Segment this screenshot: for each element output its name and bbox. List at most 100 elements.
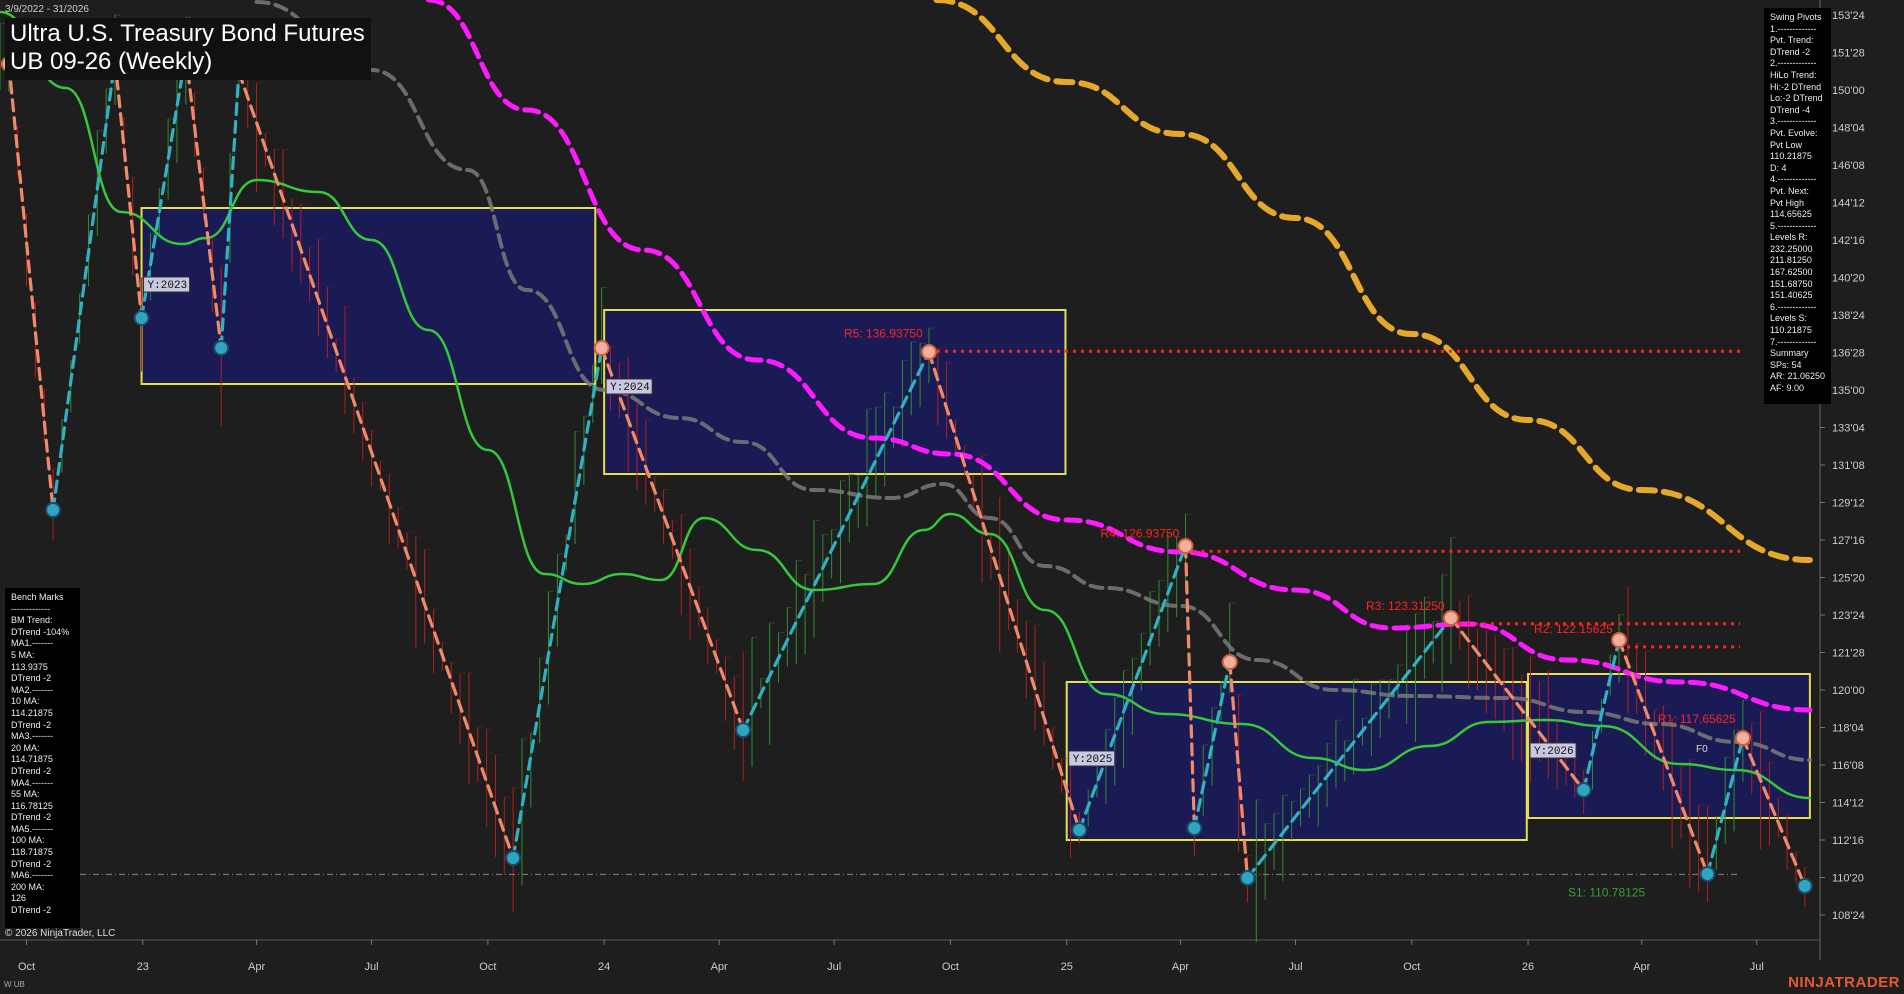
panel-line: 113.9375 (11, 661, 48, 672)
x-tick-label: Oct (18, 961, 35, 973)
panel-line: 151.68750 (1770, 278, 1813, 289)
panel-line: DTrend -2 (1770, 46, 1811, 57)
y-tick-label: 123'24 (1832, 610, 1865, 622)
panel-line: Levels S: (1770, 313, 1808, 324)
y-tick-label: 148'04 (1832, 123, 1865, 135)
resistance-label: R4: 126.93750 (1101, 526, 1180, 540)
y-tick-label: 121'28 (1832, 648, 1865, 660)
bench-marks-panel: Bench Marks ------------- BM Trend: DTrend … (5, 588, 80, 928)
y-tick-label: 136'28 (1832, 348, 1865, 360)
x-tick-label: Oct (479, 961, 496, 973)
panel-line: 126 (11, 893, 27, 904)
panel-line: Levels R: (1770, 232, 1808, 243)
y-tick-label: 125'20 (1832, 573, 1865, 585)
x-tick-label: Apr (1172, 961, 1189, 973)
panel-line: 200 MA: (11, 881, 45, 892)
panel-line: 232.25000 (1770, 243, 1813, 254)
swing-low-dot (1071, 822, 1088, 838)
x-tick-label: 24 (598, 961, 610, 973)
year-box-label-text: Y:2026 (1534, 746, 1574, 758)
panel-line: 114.65625 (1770, 209, 1812, 220)
panel-line: DTrend -2 (11, 719, 52, 730)
resistance-label: R1: 117.65625 (1658, 712, 1736, 726)
panel-line: DTrend -104% (11, 626, 70, 637)
year-box (140, 207, 597, 385)
swing-low-dot (1575, 782, 1592, 798)
y-tick-label: 120'00 (1832, 685, 1865, 697)
panel-line: 3.------------- (1770, 116, 1817, 127)
panel-line: DTrend -2 (11, 812, 52, 823)
swing-high-dot (1734, 730, 1751, 746)
panel-line: MA5.------- (11, 823, 53, 834)
panel-line: ------------- (11, 603, 50, 614)
year-box-label-text: Y:2024 (610, 382, 650, 394)
panel-line: 5 MA: (11, 649, 35, 660)
panel-line: DTrend -2 (11, 765, 52, 776)
panel-line: SPs: 54 (1770, 359, 1802, 370)
y-tick-label: 135'00 (1832, 385, 1865, 397)
panel-line: 114.71875 (11, 754, 53, 765)
x-tick-label: Apr (248, 961, 265, 973)
copyright-text: © 2026 NinjaTrader, LLC (5, 928, 116, 939)
swing-low-dot (1186, 820, 1203, 836)
chart-title: Ultra U.S. Treasury Bond Futures (10, 20, 365, 47)
year-box-label-text: Y:2023 (148, 280, 188, 292)
panel-line: 2.------------- (1770, 58, 1817, 69)
panel-line: DTrend -2 (11, 858, 52, 869)
panel-line: MA3.------- (11, 731, 53, 742)
panel-line: DTrend -2 (11, 905, 52, 916)
panel-line: Pvt. Evolve: (1770, 127, 1818, 138)
swing-high-dot (1442, 610, 1459, 626)
panel-line: DTrend -2 (11, 673, 52, 684)
y-tick-label: 138'24 (1832, 310, 1865, 322)
y-tick-label: 151'28 (1832, 48, 1865, 60)
y-tick-label: 153'24 (1832, 10, 1865, 22)
panel-line: Swing Pivots (1770, 12, 1822, 22)
x-tick-label: Jul (1288, 961, 1302, 973)
price-chart[interactable]: Y:2023 Y:2024 Y:2025 Y:2026 R5: 136.93750 R4:… (0, 0, 1904, 994)
panel-line: AF: 9.00 (1770, 383, 1805, 393)
panel-line: MA4.------- (11, 777, 53, 788)
y-tick-label: 140'20 (1832, 273, 1865, 285)
symbol-label: W UB (4, 980, 25, 989)
panel-line: Summary (1770, 348, 1809, 359)
swing-low-dot (735, 722, 752, 738)
swing-low-dot (1239, 870, 1256, 886)
x-tick-label: 26 (1522, 961, 1534, 973)
y-tick-label: 127'16 (1832, 535, 1865, 547)
swing-low-dot (1796, 878, 1813, 894)
y-tick-label: 146'08 (1832, 160, 1865, 172)
panel-line: 118.71875 (11, 847, 53, 858)
ninjatrader-logo: NINJATRADER (1788, 974, 1900, 991)
support-label: S1: 110.78125 (1568, 885, 1646, 899)
year-box-label: Y:2023 (143, 276, 191, 293)
y-tick-label: 133'04 (1832, 423, 1865, 435)
panel-line: 10 MA: (11, 696, 40, 707)
panel-line: MA6.------- (11, 870, 53, 881)
panel-line: MA1.------- (11, 638, 53, 649)
swing-pivots-panel: Swing Pivots 1.------------- Pvt. Trend: DT… (1764, 8, 1831, 404)
panel-line: HiLo Trend: (1770, 69, 1817, 80)
panel-line: DTrend -4 (1770, 104, 1811, 115)
panel-line: AR: 21.06250 (1770, 371, 1826, 382)
year-box-label: Y:2025 (1068, 750, 1116, 767)
panel-line: 114.21875 (11, 707, 53, 718)
x-tick-label: Oct (942, 961, 959, 973)
panel-line: Pvt Low (1770, 139, 1803, 150)
y-tick-label: 144'12 (1832, 198, 1865, 210)
x-tick-label: 25 (1061, 961, 1073, 973)
panel-line: 167.62500 (1770, 267, 1813, 278)
x-tick-label: Apr (711, 961, 728, 973)
y-tick-label: 129'12 (1832, 498, 1865, 510)
panel-line: 6.------------- (1770, 301, 1817, 312)
resistance-label: R2: 122.15625 (1534, 622, 1613, 636)
y-tick-label: 150'00 (1832, 85, 1865, 97)
swing-high-dot (1177, 538, 1194, 554)
y-tick-label: 118'04 (1832, 723, 1864, 735)
x-tick-label: Jul (1750, 961, 1764, 973)
panel-line: 211.81250 (1770, 255, 1812, 266)
swing-high-dot (1611, 632, 1628, 648)
x-tick-label: 23 (137, 961, 149, 973)
swing-low-dot (1699, 866, 1716, 882)
y-tick-label: 114'12 (1832, 798, 1864, 810)
